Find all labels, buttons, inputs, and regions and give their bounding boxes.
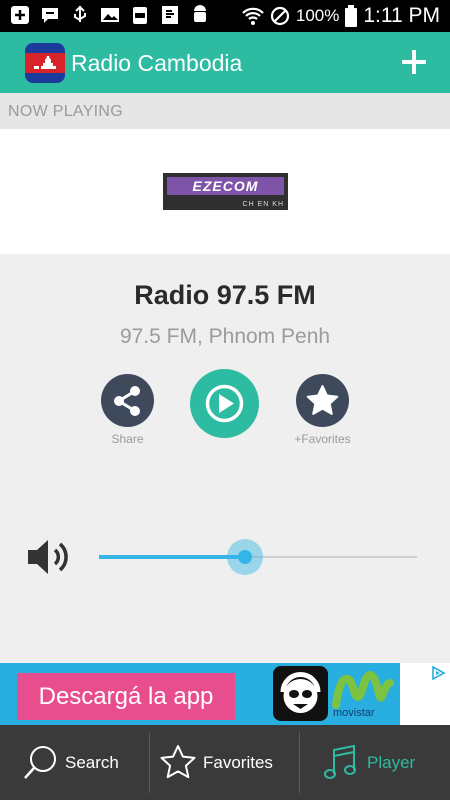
battery-percent: 100% <box>295 6 340 25</box>
add-notification-icon <box>11 6 29 24</box>
prescription-icon <box>162 6 178 24</box>
station-logo-text: EZECOM <box>192 178 259 194</box>
volume-fill <box>99 555 246 559</box>
favorites-label: +Favorites <box>294 432 351 446</box>
plus-icon[interactable] <box>400 48 428 76</box>
app-bar: Radio Cambodia <box>0 32 450 93</box>
ad-banner[interactable]: Descargá la app movistar <box>0 663 450 725</box>
status-bar: 100% 1:11 PM <box>0 0 450 32</box>
battery-icon <box>345 5 358 27</box>
image-icon <box>101 8 119 22</box>
share-label: Share <box>111 432 144 446</box>
bottom-nav: Search Favorites Player <box>0 725 450 800</box>
battery-100-notification-icon <box>133 7 147 24</box>
add-favorite-button[interactable] <box>296 374 349 427</box>
usb-icon <box>74 5 86 22</box>
cambodia-flag-icon <box>25 43 65 83</box>
nav-player[interactable]: Player <box>300 725 450 800</box>
clock: 1:11 PM <box>363 4 440 27</box>
play-icon <box>205 384 244 423</box>
ad-headline-box: Descargá la app <box>17 673 235 720</box>
do-not-disturb-icon <box>270 6 289 26</box>
chat-icon <box>42 8 58 23</box>
volume-slider[interactable] <box>99 539 417 575</box>
android-icon <box>194 5 206 22</box>
nav-favorites[interactable]: Favorites <box>150 725 299 800</box>
search-icon <box>24 746 56 779</box>
station-logo-area: EZECOM CH EN KH <box>0 129 450 254</box>
now-playing-header: NOW PLAYING <box>0 93 450 129</box>
star-icon <box>306 385 339 415</box>
music-note-icon <box>324 744 356 779</box>
nav-favorites-label: Favorites <box>203 753 273 772</box>
share-icon <box>114 386 140 416</box>
station-logo-langs: CH EN KH <box>242 201 284 208</box>
volume-icon[interactable] <box>26 537 72 577</box>
play-button[interactable] <box>190 369 259 438</box>
wifi-icon <box>242 7 264 25</box>
station-detail: 97.5 FM, Phnom Penh <box>119 325 331 348</box>
ad-headline: Descargá la app <box>38 683 214 710</box>
app-title: Radio Cambodia <box>71 50 243 76</box>
station-logo: EZECOM CH EN KH <box>163 173 288 210</box>
now-playing-label: NOW PLAYING <box>8 103 124 120</box>
adchoices-icon[interactable] <box>430 665 446 681</box>
nav-search[interactable]: Search <box>0 725 148 800</box>
station-name: Radio 97.5 FM <box>134 280 316 310</box>
star-outline-icon <box>160 745 196 779</box>
napster-logo-icon <box>273 666 328 721</box>
ad-brand: movistar <box>333 707 375 719</box>
share-button[interactable] <box>101 374 154 427</box>
nav-player-label: Player <box>367 753 416 772</box>
nav-search-label: Search <box>65 753 119 772</box>
